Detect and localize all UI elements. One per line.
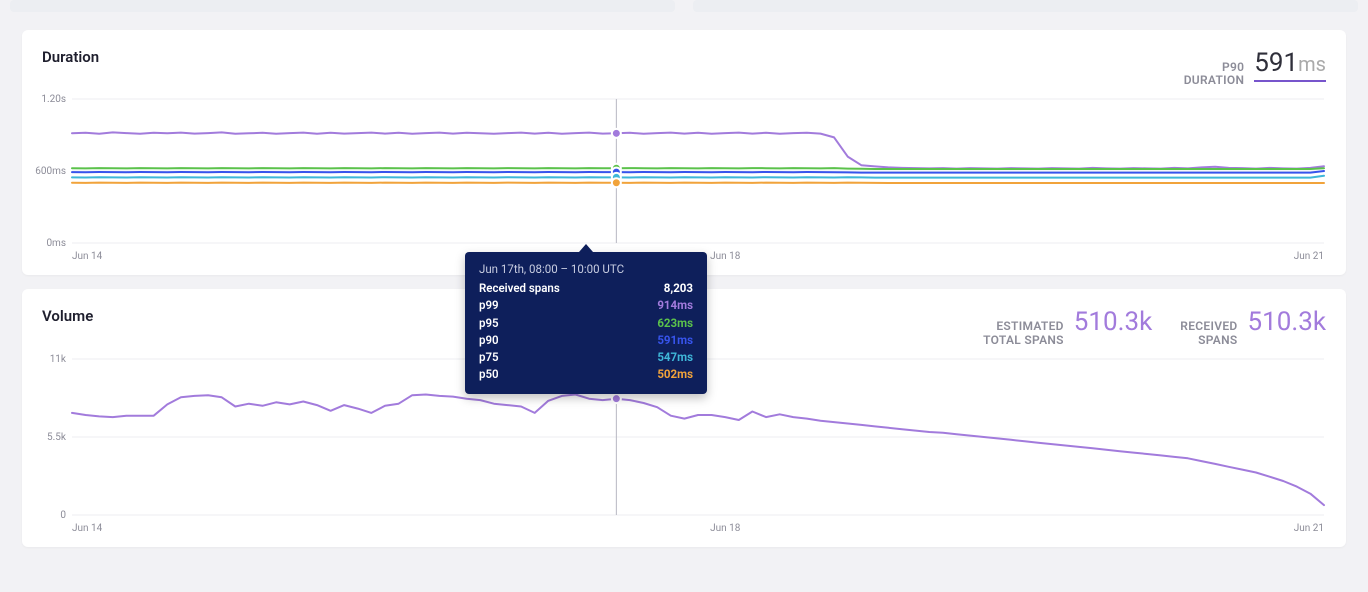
- volume-stat-estimated[interactable]: ESTIMATED TOTAL SPANS 510.3k: [983, 307, 1152, 346]
- stat-value: 510.3k: [1248, 307, 1326, 337]
- tooltip-row: p99914ms: [479, 297, 693, 314]
- volume-title: Volume: [42, 307, 93, 325]
- svg-text:Jun 14: Jun 14: [72, 523, 103, 534]
- stat-label: P90 DURATION: [1184, 61, 1245, 87]
- duration-panel: Duration P90 DURATION 591ms 0ms 600ms 1.20…: [22, 30, 1346, 275]
- svg-text:1.20s: 1.20s: [41, 94, 66, 105]
- svg-text:Jun 18: Jun 18: [710, 251, 741, 262]
- svg-text:Jun 18: Jun 18: [710, 523, 741, 534]
- header-placeholder: [0, 0, 1368, 16]
- svg-text:Jun 14: Jun 14: [72, 251, 103, 262]
- stat-label: ESTIMATED TOTAL SPANS: [983, 320, 1064, 346]
- duration-title: Duration: [42, 48, 99, 66]
- tooltip-row: p50502ms: [479, 366, 693, 383]
- tooltip-title: Jun 17th, 08:00 – 10:00 UTC: [479, 262, 693, 276]
- svg-text:600ms: 600ms: [35, 166, 66, 177]
- svg-text:0ms: 0ms: [46, 238, 66, 249]
- stat-value: 510.3k: [1074, 307, 1152, 337]
- svg-text:11k: 11k: [50, 354, 67, 365]
- duration-chart[interactable]: 0ms 600ms 1.20s Jun 14 Jun 18 Jun 21: [22, 93, 1346, 275]
- volume-stat-received[interactable]: RECEIVED SPANS 510.3k: [1180, 307, 1326, 346]
- svg-text:0: 0: [60, 510, 66, 521]
- tooltip-row: p95623ms: [479, 315, 693, 332]
- stat-label: RECEIVED SPANS: [1180, 320, 1237, 346]
- svg-text:Jun 21: Jun 21: [1294, 523, 1324, 534]
- duration-stat-p90[interactable]: P90 DURATION 591ms: [1184, 48, 1326, 87]
- svg-text:Jun 21: Jun 21: [1294, 251, 1324, 262]
- chart-tooltip: Jun 17th, 08:00 – 10:00 UTC Received spa…: [465, 252, 707, 394]
- tooltip-row: p75547ms: [479, 349, 693, 366]
- tooltip-row: p90591ms: [479, 332, 693, 349]
- tooltip-row: Received spans8,203: [479, 280, 693, 297]
- stat-value: 591ms: [1254, 48, 1326, 82]
- volume-stats: ESTIMATED TOTAL SPANS 510.3k RECEIVED SP…: [983, 307, 1326, 346]
- duration-stats: P90 DURATION 591ms: [1184, 48, 1326, 87]
- svg-text:5.5k: 5.5k: [47, 432, 67, 443]
